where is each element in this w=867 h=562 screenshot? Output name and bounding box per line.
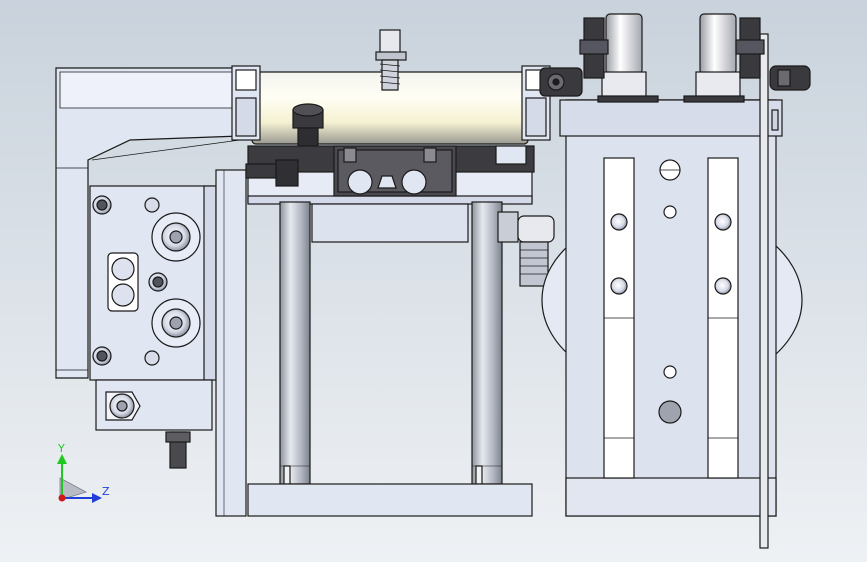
left-valve-block[interactable] bbox=[89, 185, 217, 469]
guide-rod-left bbox=[279, 201, 311, 485]
cap-left bbox=[605, 13, 643, 75]
y-axis-label: Y bbox=[57, 442, 65, 455]
cap-right bbox=[699, 13, 737, 75]
bolt-hole bbox=[144, 197, 160, 213]
top-stud bbox=[379, 29, 401, 55]
x-axis-dot bbox=[58, 494, 66, 502]
z-axis-label: Z bbox=[102, 485, 110, 498]
cad-viewport[interactable]: Y Z bbox=[0, 0, 867, 562]
guide-rod-right bbox=[471, 201, 503, 485]
bottom-plate bbox=[247, 483, 533, 517]
bolt-hole bbox=[144, 350, 160, 366]
shaft-pin bbox=[759, 33, 769, 549]
